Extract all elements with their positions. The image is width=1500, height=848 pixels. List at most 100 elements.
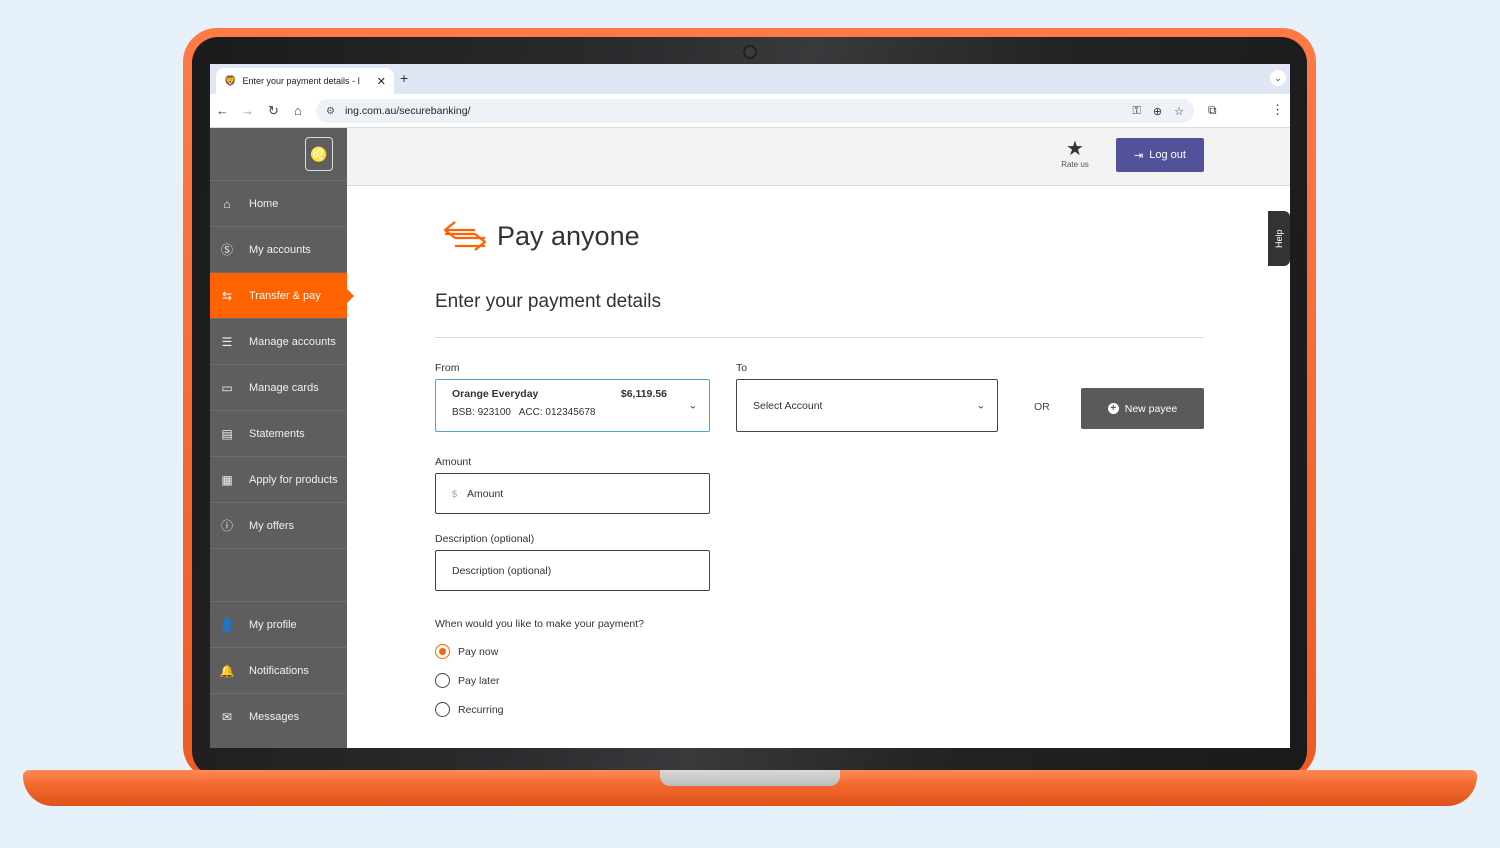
sidebar-item-label: My accounts	[249, 243, 311, 256]
address-bar: ← → ↻ ⌂ ⚙ ing.com.au/securebanking/ ⚿ ⊕ …	[210, 94, 1290, 128]
sidebar-item-notifications[interactable]: 🔔 Notifications	[210, 647, 347, 693]
ing-lion-icon: 🦁	[224, 75, 237, 87]
radio-recurring[interactable]: Recurring	[435, 702, 504, 717]
radio-label: Pay now	[458, 645, 499, 658]
new-tab-icon[interactable]: +	[400, 70, 408, 86]
reload-icon[interactable]: ↻	[268, 103, 279, 119]
from-account-details: BSB: 923100 ACC: 012345678	[452, 407, 596, 418]
sidebar-spacer	[210, 548, 347, 601]
grid-icon: ▦	[221, 472, 233, 487]
sidebar-item-manage-cards[interactable]: ▭ Manage cards	[210, 364, 347, 410]
to-account-select[interactable]: Select Account ⌄	[736, 379, 998, 432]
new-payee-button[interactable]: + New payee	[1081, 388, 1204, 429]
radio-label: Pay later	[458, 674, 500, 687]
or-label: OR	[1034, 401, 1050, 413]
sidebar-item-label: Apply for products	[249, 473, 338, 486]
document-icon: ▤	[221, 426, 233, 441]
radio-label: Recurring	[458, 703, 504, 716]
from-account-select[interactable]: Orange Everyday $6,119.56 BSB: 923100 AC…	[435, 379, 710, 432]
sidebar-item-label: My profile	[249, 618, 297, 631]
sidebar-item-transfer-pay[interactable]: ⇆ Transfer & pay	[210, 272, 354, 318]
amount-placeholder: Amount	[467, 487, 504, 500]
sidebar-item-home[interactable]: ⌂ Home	[210, 180, 347, 226]
logout-button[interactable]: ⇥ Log out	[1116, 138, 1204, 172]
alert-icon: ⓘ	[220, 519, 233, 533]
from-account-name: Orange Everyday	[452, 388, 539, 400]
radio-pay-later[interactable]: Pay later	[435, 673, 499, 688]
kebab-menu-icon[interactable]: ⋮	[1271, 102, 1284, 118]
chevron-down-icon: ⌄	[976, 400, 985, 411]
sidebar-item-label: Statements	[249, 427, 305, 440]
sidebar-item-label: Manage cards	[249, 381, 319, 394]
close-icon[interactable]: ✕	[377, 75, 386, 88]
rate-us-button[interactable]: ★ Rate us	[1055, 138, 1095, 169]
site-settings-icon[interactable]: ⚙	[326, 106, 335, 117]
url-field[interactable]: ⚙ ing.com.au/securebanking/ ⚿ ⊕ ☆	[316, 99, 1194, 123]
zoom-icon[interactable]: ⊕	[1153, 105, 1162, 118]
amount-label: Amount	[435, 456, 472, 468]
description-label: Description (optional)	[435, 533, 535, 545]
key-icon[interactable]: ⚿	[1133, 105, 1141, 118]
sidebar-item-apply-products[interactable]: ▦ Apply for products	[210, 456, 347, 502]
sidebar: ♌ ⌂ Home Ⓢ My accounts ⇆ Transfer & pay …	[210, 128, 354, 748]
to-account-placeholder: Select Account	[753, 399, 823, 412]
amount-input[interactable]: $ Amount	[435, 473, 710, 514]
sidebar-item-label: Messages	[249, 710, 300, 723]
description-input[interactable]: Description (optional)	[435, 550, 710, 591]
home-icon[interactable]: ⌂	[294, 103, 302, 118]
description-placeholder: Description (optional)	[452, 564, 552, 577]
forward-icon[interactable]: →	[241, 103, 254, 118]
to-label: To	[736, 362, 748, 374]
sidebar-item-label: Transfer & pay	[249, 289, 321, 302]
bookmark-star-icon[interactable]: ☆	[1174, 105, 1184, 118]
ing-logo[interactable]: ♌	[210, 128, 347, 180]
radio-circle[interactable]	[435, 673, 450, 688]
from-account-balance: $6,119.56	[620, 388, 667, 400]
tab-title: Enter your payment details - I	[242, 76, 361, 86]
new-payee-label: New payee	[1124, 402, 1178, 415]
sidebar-item-statements[interactable]: ▤ Statements	[210, 410, 347, 456]
chevron-down-icon: ⌄	[688, 400, 697, 411]
card-icon: ▭	[221, 380, 233, 395]
sidebar-item-my-profile[interactable]: 👤 My profile	[210, 601, 347, 647]
main-content: Pay anyone Enter your payment details Fr…	[347, 186, 1290, 748]
envelope-icon: ✉	[221, 709, 233, 724]
payment-timing-question: When would you like to make your payment…	[435, 618, 644, 630]
divider	[435, 337, 1204, 338]
radio-circle-selected[interactable]	[435, 644, 450, 659]
transfer-arrows-icon	[443, 221, 487, 251]
radio-pay-now[interactable]: Pay now	[435, 644, 498, 659]
sidebar-item-manage-accounts[interactable]: ☰ Manage accounts	[210, 318, 347, 364]
sidebar-item-my-accounts[interactable]: Ⓢ My accounts	[210, 226, 347, 272]
rate-us-label: Rate us	[1061, 160, 1089, 169]
currency-symbol: $	[452, 488, 458, 499]
sliders-icon: ☰	[221, 334, 233, 349]
from-label: From	[435, 362, 460, 374]
page-title: Pay anyone	[497, 220, 640, 251]
transfer-icon: ⇆	[221, 288, 233, 303]
plus-circle-icon: +	[1107, 403, 1119, 414]
sidebar-item-messages[interactable]: ✉ Messages	[210, 693, 347, 739]
dollar-icon: Ⓢ	[220, 243, 233, 257]
browser-tabbar: 🦁 Enter your payment details - I ✕ + ⌄	[210, 64, 1290, 94]
radio-circle[interactable]	[435, 702, 450, 717]
stage: 🦁 Enter your payment details - I ✕ + ⌄ ←…	[0, 0, 1500, 848]
sidebar-item-my-offers[interactable]: ⓘ My offers	[210, 502, 347, 548]
home-icon: ⌂	[223, 196, 231, 211]
bell-icon: 🔔	[219, 663, 235, 678]
extensions-icon[interactable]: ⧉	[1208, 103, 1217, 118]
logout-icon: ⇥	[1134, 149, 1144, 162]
screen: 🦁 Enter your payment details - I ✕ + ⌄ ←…	[210, 64, 1290, 748]
back-icon[interactable]: ←	[216, 103, 229, 118]
logout-label: Log out	[1149, 149, 1186, 161]
chevron-down-icon[interactable]: ⌄	[1270, 70, 1286, 86]
laptop-notch	[660, 770, 840, 786]
top-bar: ★ Rate us ⇥ Log out	[347, 128, 1290, 186]
star-icon: ★	[1066, 138, 1084, 160]
page-header: Pay anyone	[441, 218, 640, 254]
section-title: Enter your payment details	[435, 291, 662, 312]
browser-tab[interactable]: 🦁 Enter your payment details - I ✕	[216, 68, 394, 94]
person-icon: 👤	[219, 617, 235, 632]
sidebar-item-label: Home	[249, 197, 279, 210]
sidebar-item-label: My offers	[249, 519, 295, 532]
